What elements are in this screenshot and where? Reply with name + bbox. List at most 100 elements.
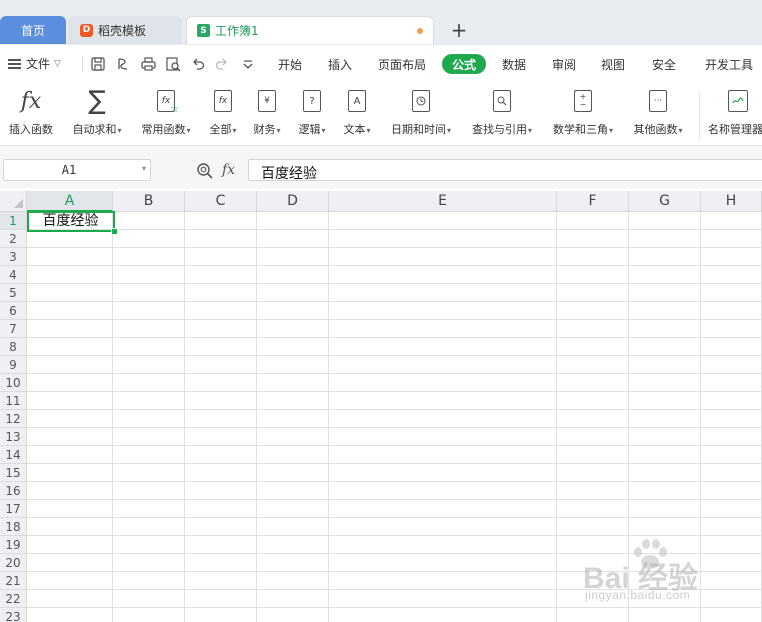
formula-ribbon: fx 插入函数 ∑ 自动求和▾ fx ☆ 常用函数▾ fx 全部▾ ¥ 财务▾ ?…: [0, 83, 762, 146]
row-header-15[interactable]: 15: [0, 464, 27, 482]
tab-review[interactable]: 审阅: [552, 56, 576, 73]
logical-button[interactable]: ? 逻辑▾: [295, 87, 329, 137]
all-functions-button[interactable]: fx 全部▾: [206, 87, 240, 137]
fx-icon: fx: [20, 88, 42, 114]
row-header-14[interactable]: 14: [0, 446, 27, 464]
column-header-h[interactable]: H: [701, 191, 762, 212]
row-header-5[interactable]: 5: [0, 284, 27, 302]
row-header-2[interactable]: 2: [0, 230, 27, 248]
column-header-g[interactable]: G: [629, 191, 701, 212]
save-icon[interactable]: [90, 56, 106, 72]
chevron-down-icon[interactable]: ▾: [142, 164, 146, 173]
undo-icon[interactable]: [190, 56, 206, 72]
print-icon[interactable]: [140, 56, 156, 72]
all-functions-label: 全部: [209, 123, 232, 136]
insert-function-fx-icon[interactable]: fx: [222, 162, 235, 178]
column-header-c[interactable]: C: [185, 191, 257, 212]
column-header-b[interactable]: B: [113, 191, 185, 212]
select-all-corner[interactable]: [0, 191, 27, 212]
column-header-d[interactable]: D: [257, 191, 329, 212]
menu-bar: 文件 ▽ 开始 插入 页面布局 公式 数据 审阅 视图 安全 开发工具: [0, 45, 762, 83]
output-pdf-icon[interactable]: [115, 56, 131, 72]
math-trig-button[interactable]: + − 数学和三角▾: [548, 87, 618, 137]
lookup-reference-label: 查找与引用: [471, 123, 527, 136]
row-gridline: [27, 373, 762, 374]
tab-home-menu[interactable]: 开始: [278, 56, 302, 73]
other-functions-button[interactable]: ··· 其他函数▾: [629, 87, 687, 137]
tab-security[interactable]: 安全: [652, 56, 676, 73]
other-functions-label: 其他函数: [633, 123, 678, 136]
row-header-23[interactable]: 23: [0, 608, 27, 622]
fill-handle[interactable]: [111, 228, 118, 235]
tab-docer-templates[interactable]: D 稻壳模板: [68, 16, 182, 44]
lookup-reference-button[interactable]: 查找与引用▾: [467, 87, 537, 137]
tab-data[interactable]: 数据: [502, 56, 526, 73]
tab-page-layout[interactable]: 页面布局: [378, 56, 426, 73]
column-gridline: [256, 212, 257, 622]
column-header-f[interactable]: F: [557, 191, 629, 212]
row-header-21[interactable]: 21: [0, 572, 27, 590]
insert-function-button[interactable]: fx 插入函数: [6, 87, 56, 137]
zoom-search-icon[interactable]: [196, 162, 214, 180]
active-cell-border: [27, 211, 115, 232]
row-gridline: [27, 499, 762, 500]
row-gridline: [27, 427, 762, 428]
formula-input[interactable]: 百度经验: [248, 159, 762, 182]
row-header-19[interactable]: 19: [0, 536, 27, 554]
yen-book-icon: ¥: [258, 87, 276, 115]
row-header-13[interactable]: 13: [0, 428, 27, 446]
print-preview-icon[interactable]: [165, 56, 181, 72]
name-box[interactable]: A1 ▾: [3, 159, 151, 181]
common-functions-button[interactable]: fx ☆ 常用函数▾: [137, 87, 195, 137]
chevron-down-icon: ▽: [54, 58, 61, 69]
tab-insert[interactable]: 插入: [328, 56, 352, 73]
column-gridline: [700, 212, 701, 622]
row-header-22[interactable]: 22: [0, 590, 27, 608]
name-manager-icon: [708, 87, 748, 115]
watermark-url: jingyan.baidu.com: [585, 588, 691, 602]
redo-icon[interactable]: [214, 56, 230, 72]
name-manager-label: 名称管理器: [708, 123, 762, 136]
row-header-6[interactable]: 6: [0, 302, 27, 320]
row-gridline: [27, 247, 762, 248]
row-header-8[interactable]: 8: [0, 338, 27, 356]
file-menu-label: 文件: [26, 57, 51, 71]
autosum-button[interactable]: ∑ 自动求和▾: [68, 86, 126, 137]
row-header-16[interactable]: 16: [0, 482, 27, 500]
row-gridline: [27, 463, 762, 464]
row-header-4[interactable]: 4: [0, 266, 27, 284]
new-tab-button[interactable]: +: [448, 18, 470, 42]
column-gridline: [184, 212, 185, 622]
row-gridline: [27, 319, 762, 320]
tab-workbook[interactable]: S 工作簿1: [186, 16, 434, 44]
column-header-a[interactable]: A: [27, 191, 113, 212]
math-book-icon: + −: [574, 87, 592, 115]
search-book-icon: [493, 87, 511, 115]
row-header-18[interactable]: 18: [0, 518, 27, 536]
row-header-7[interactable]: 7: [0, 320, 27, 338]
fx-book-icon: fx: [214, 87, 232, 115]
tab-developer[interactable]: 开发工具: [705, 56, 753, 73]
row-header-17[interactable]: 17: [0, 500, 27, 518]
row-header-9[interactable]: 9: [0, 356, 27, 374]
customize-toolbar-icon[interactable]: [240, 56, 256, 72]
name-manager-button[interactable]: 名称管理器: [708, 87, 762, 137]
row-gridline: [27, 445, 762, 446]
row-header-12[interactable]: 12: [0, 410, 27, 428]
file-menu-button[interactable]: 文件 ▽: [8, 55, 61, 72]
tab-docer-label: 稻壳模板: [98, 23, 147, 38]
tab-formulas[interactable]: 公式: [442, 54, 486, 74]
tab-view[interactable]: 视图: [601, 56, 625, 73]
row-header-10[interactable]: 10: [0, 374, 27, 392]
date-time-button[interactable]: 日期和时间▾: [386, 87, 456, 137]
text-functions-button[interactable]: A 文本▾: [340, 87, 374, 137]
column-header-e[interactable]: E: [329, 191, 557, 212]
tab-home[interactable]: 首页: [0, 16, 66, 44]
financial-button[interactable]: ¥ 财务▾: [250, 87, 284, 137]
row-header-20[interactable]: 20: [0, 554, 27, 572]
row-header-11[interactable]: 11: [0, 392, 27, 410]
row-header-3[interactable]: 3: [0, 248, 27, 266]
date-time-label: 日期和时间: [390, 123, 446, 136]
spreadsheet-logo-icon: S: [197, 24, 210, 37]
row-header-1[interactable]: 1: [0, 212, 27, 230]
